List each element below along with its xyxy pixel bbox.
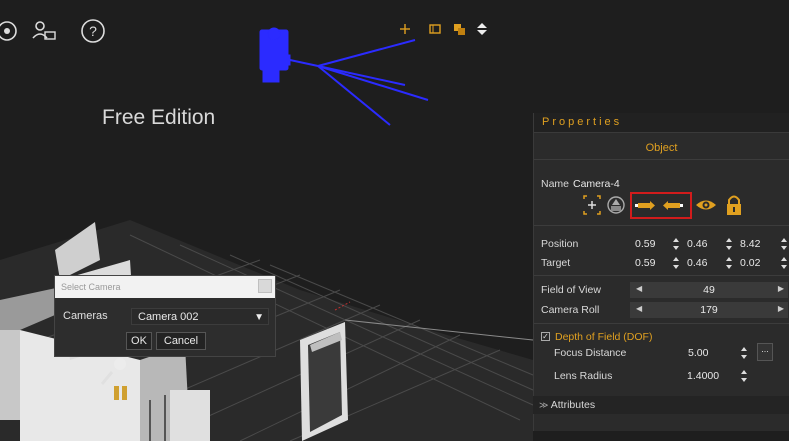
select-camera-dialog: Select Camera Cameras Camera 002 ▼ OK Ca… xyxy=(54,275,276,357)
position-z-field[interactable]: 8.42 xyxy=(740,238,760,250)
close-button[interactable] xyxy=(258,279,272,293)
focus-distance-stepper[interactable] xyxy=(740,346,748,360)
name-label: Name xyxy=(541,178,570,190)
lens-radius-stepper[interactable] xyxy=(740,369,748,383)
visibility-eye-icon[interactable] xyxy=(695,193,717,217)
svg-text:?: ? xyxy=(89,23,97,39)
move-target-icon[interactable] xyxy=(581,193,603,217)
cancel-button[interactable]: Cancel xyxy=(156,332,206,350)
lens-radius-row: Lens Radius 1.4000 xyxy=(534,367,789,385)
lens-radius-field[interactable]: 1.4000 xyxy=(687,370,719,382)
target-x-stepper[interactable] xyxy=(672,256,680,270)
focus-distance-label: Focus Distance xyxy=(554,347,627,359)
target-z-field[interactable]: 0.02 xyxy=(740,257,760,269)
camera-roll-row: Camera Roll ◀ 179 ▶ xyxy=(534,301,789,319)
camera-roll-label: Camera Roll xyxy=(541,304,600,316)
chevron-down-icon: ▼ xyxy=(254,312,264,323)
position-x-field[interactable]: 0.59 xyxy=(635,238,655,250)
name-value[interactable]: Camera-4 xyxy=(573,178,620,190)
increase-arrow-icon[interactable]: ▶ xyxy=(778,284,784,293)
camera-select-value: Camera 002 xyxy=(138,311,199,323)
field-of-view-slider[interactable]: ◀ 49 ▶ xyxy=(630,282,788,298)
lens-radius-label: Lens Radius xyxy=(554,370,613,382)
ok-button[interactable]: OK xyxy=(126,332,152,350)
camera-roll-value: 179 xyxy=(700,304,718,316)
target-x-field[interactable]: 0.59 xyxy=(635,257,655,269)
move-icon[interactable] xyxy=(398,22,412,36)
dialog-titlebar[interactable]: Select Camera xyxy=(55,276,275,298)
position-label: Position xyxy=(541,238,579,250)
attributes-label: Attributes xyxy=(550,399,596,411)
camera-select[interactable]: Camera 002 ▼ xyxy=(131,308,269,325)
tab-object[interactable]: Object xyxy=(534,133,789,159)
focus-pick-button[interactable]: ... xyxy=(757,343,773,361)
position-row: Position 0.59 0.46 8.42 xyxy=(534,235,789,253)
field-of-view-label: Field of View xyxy=(541,284,601,296)
highlight-box xyxy=(630,192,692,219)
field-of-view-row: Field of View ◀ 49 ▶ xyxy=(534,281,789,299)
rotate-icon[interactable] xyxy=(605,193,627,217)
frame-icon[interactable] xyxy=(428,22,442,36)
target-y-field[interactable]: 0.46 xyxy=(687,257,707,269)
user-monitor-icon[interactable] xyxy=(30,18,56,44)
position-y-field[interactable]: 0.46 xyxy=(687,238,707,250)
properties-panel: Properties Object Name Camera-4 Position… xyxy=(533,113,789,431)
lock-icon[interactable] xyxy=(723,193,745,217)
position-z-stepper[interactable] xyxy=(780,237,788,251)
cameras-label: Cameras xyxy=(63,310,108,322)
attributes-section-header[interactable]: ≫ Attributes xyxy=(533,396,789,414)
name-row: Name Camera-4 xyxy=(534,175,789,193)
focus-distance-row: Focus Distance 5.00 ... xyxy=(534,343,789,362)
properties-header: Properties xyxy=(534,113,789,133)
help-icon[interactable]: ? xyxy=(80,18,106,44)
layers-icon[interactable] xyxy=(452,22,466,36)
camera-icon[interactable] xyxy=(0,18,20,44)
field-of-view-value: 49 xyxy=(703,284,715,296)
position-y-stepper[interactable] xyxy=(725,237,733,251)
dialog-title: Select Camera xyxy=(61,282,121,292)
target-row: Target 0.59 0.46 0.02 xyxy=(534,254,789,272)
camera-roll-slider[interactable]: ◀ 179 ▶ xyxy=(630,302,788,318)
focus-distance-field[interactable]: 5.00 xyxy=(688,347,708,359)
dof-checkbox[interactable]: ✓ xyxy=(541,332,550,341)
target-z-stepper[interactable] xyxy=(780,256,788,270)
target-label: Target xyxy=(541,257,571,269)
dof-label: Depth of Field (DOF) xyxy=(555,331,653,343)
chevron-double-down-icon: ≫ xyxy=(539,400,549,410)
watermark-text: Free Edition xyxy=(102,106,216,129)
up-down-arrows-icon[interactable] xyxy=(475,22,489,36)
increase-arrow-icon[interactable]: ▶ xyxy=(778,304,784,313)
target-y-stepper[interactable] xyxy=(725,256,733,270)
position-x-stepper[interactable] xyxy=(672,237,680,251)
